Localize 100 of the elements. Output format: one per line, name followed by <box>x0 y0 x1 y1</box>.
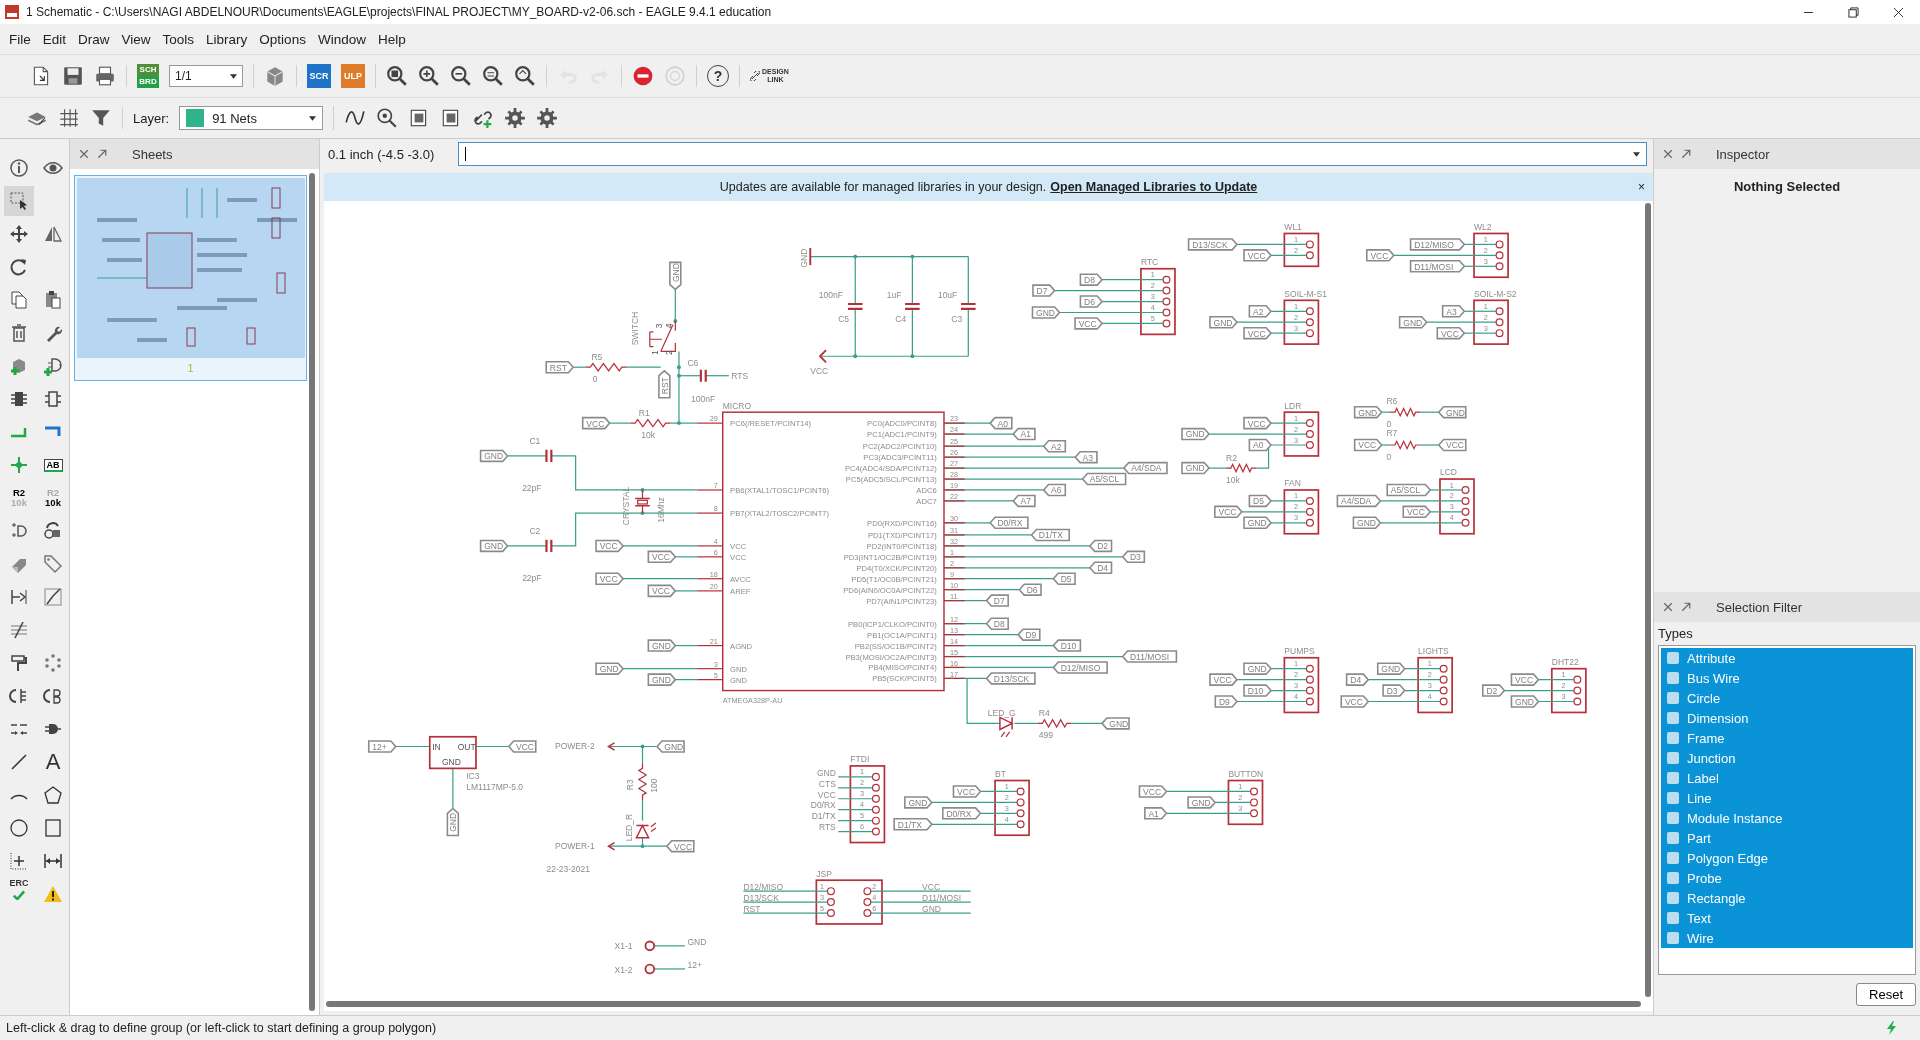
net-label: A5/SCL <box>1386 483 1432 497</box>
pin-number: 2 <box>1483 245 1488 255</box>
pin-net-name: VCC <box>922 881 941 892</box>
net-label: VCC <box>1402 505 1432 519</box>
menu-item[interactable]: Draw <box>73 29 115 49</box>
net-label: GND <box>1353 405 1383 419</box>
net-label: GND <box>647 673 677 686</box>
supply-name: GND <box>798 248 809 268</box>
menu-item[interactable]: Window <box>312 29 371 49</box>
part-value: 10k <box>1226 474 1240 485</box>
pin-number: 4 <box>1449 513 1454 523</box>
pin-number: 4 <box>1150 303 1155 313</box>
name-tool-button[interactable]: R2 10k <box>4 483 34 513</box>
part-name: SOIL-M-S2 <box>1474 288 1517 299</box>
net-label: GND <box>1437 405 1467 419</box>
menu-item[interactable]: Library <box>201 29 253 49</box>
pin-number: 4 <box>663 323 674 329</box>
pin-net-name: RST <box>743 903 761 914</box>
net-label: D1/TX <box>893 818 933 831</box>
part-value: 10uF <box>937 289 958 300</box>
net-label: A2 <box>1042 439 1067 453</box>
net-label: VCC <box>507 740 537 753</box>
pin-number: 2 <box>1427 670 1432 680</box>
part-name: SOIL-M-S1 <box>1284 288 1327 299</box>
pin-net-name: D12/MISO <box>743 881 784 892</box>
net-label: A0 <box>989 416 1013 430</box>
pin-name: PC0(ADC0/PCINT8) <box>867 419 937 429</box>
menu-item[interactable]: View <box>116 29 156 49</box>
net-name: GND <box>687 936 707 947</box>
pin-name: PB6(XTAL1/TOSC1/PCINT6) <box>730 486 830 495</box>
value-tool-button[interactable]: R2 10k <box>38 483 68 513</box>
net-label: D0/RX <box>989 516 1029 530</box>
pin-number: 5 <box>1150 314 1155 323</box>
net-label: RST <box>545 360 575 374</box>
net-label: VCC <box>1243 326 1273 340</box>
pin-number: 32 <box>950 537 959 547</box>
net-label: D2 <box>1088 539 1113 553</box>
net-label: D3 <box>1121 550 1146 564</box>
part-name: C1 <box>529 435 541 446</box>
pin-number: 3 <box>820 892 825 902</box>
status-message: Left-click & drag to define group (or left-click to start defining a group polygon) <box>6 1021 438 1035</box>
pin-number: 2 <box>1238 793 1243 802</box>
menu-item[interactable]: Tools <box>157 29 200 49</box>
net-label: D6 <box>1079 295 1104 308</box>
pin-number: 2 <box>1294 502 1299 512</box>
label-tool-button[interactable]: AB <box>38 450 68 480</box>
part-value: 22pF <box>522 573 542 584</box>
close-button[interactable]: × <box>1638 180 1645 194</box>
net-label: VCC <box>1243 416 1273 430</box>
coordinate-display: 0.1 inch (-4.5 -3.0) <box>328 146 435 162</box>
pin-name: AREF <box>730 586 751 596</box>
pin-name: VCC <box>730 552 747 562</box>
net-label: GND <box>1181 427 1211 441</box>
pin-number: 3 <box>1150 292 1155 302</box>
pin-net-name: GND <box>922 903 941 914</box>
pin-number: 1 <box>1150 270 1155 280</box>
net-label: A6 <box>1042 483 1067 497</box>
menu-item[interactable]: Edit <box>37 29 72 49</box>
pin-net-name: CTS <box>818 778 836 789</box>
pin-name: PB5(SCK/PCINT5) <box>872 674 937 684</box>
section-heading: Types <box>1658 626 1694 641</box>
pin-name: VCC <box>730 541 747 551</box>
pin-number: 10 <box>950 580 959 590</box>
script-button[interactable]: SCR <box>307 64 331 88</box>
pin-number: 2 <box>1449 491 1454 501</box>
pin-name: PC4(ADC4/SDA/PCINT12) <box>845 464 937 474</box>
update-link[interactable]: Open Managed Libraries to Update <box>1050 180 1258 194</box>
sheet-dropdown[interactable]: 1/1 <box>169 65 243 87</box>
net-label: GND <box>1243 516 1273 530</box>
part-value: 100 <box>649 778 660 793</box>
net-label: GND <box>1352 516 1382 530</box>
pin-number: 5 <box>820 903 825 913</box>
pin-net-name: D13/SCK <box>743 892 779 903</box>
part-value: 0 <box>1386 418 1392 429</box>
pin-number: 4 <box>1004 814 1009 824</box>
pin-number: 4 <box>872 892 877 902</box>
net-label: GND <box>656 740 685 753</box>
net-label: GND <box>647 639 677 652</box>
pin-number: 2 <box>1150 281 1155 291</box>
pin-number: 2 <box>872 881 877 891</box>
pin-number: 2 <box>1483 312 1488 322</box>
pin-number: 26 <box>950 448 959 458</box>
net-name: 12+ <box>687 959 702 970</box>
menu-item[interactable]: File <box>4 29 36 49</box>
menu-item[interactable]: Help <box>372 29 411 49</box>
panel-title: Inspector <box>1716 146 1770 162</box>
pin-number: 16 <box>950 658 959 668</box>
pin-name: PC6(/RESET/PCINT14) <box>730 419 812 429</box>
part-value: 1uF <box>886 289 902 300</box>
part-name: R1 <box>638 407 650 418</box>
menu-item[interactable]: Options <box>254 29 311 49</box>
net-label: D11/MOSI <box>1121 650 1178 663</box>
erc-button[interactable]: ERC <box>4 879 34 909</box>
net-label: GND <box>1398 315 1428 329</box>
part-name: FAN <box>1284 478 1301 489</box>
text-tool-button[interactable]: A <box>38 747 68 777</box>
reset-button[interactable]: Reset <box>1856 983 1916 1006</box>
layer-dropdown[interactable]: 91 Nets <box>179 106 324 130</box>
pin-name: PD3(INT1/OC2B/PCINT19) <box>843 552 937 562</box>
panel-title: Selection Filter <box>1716 599 1802 615</box>
